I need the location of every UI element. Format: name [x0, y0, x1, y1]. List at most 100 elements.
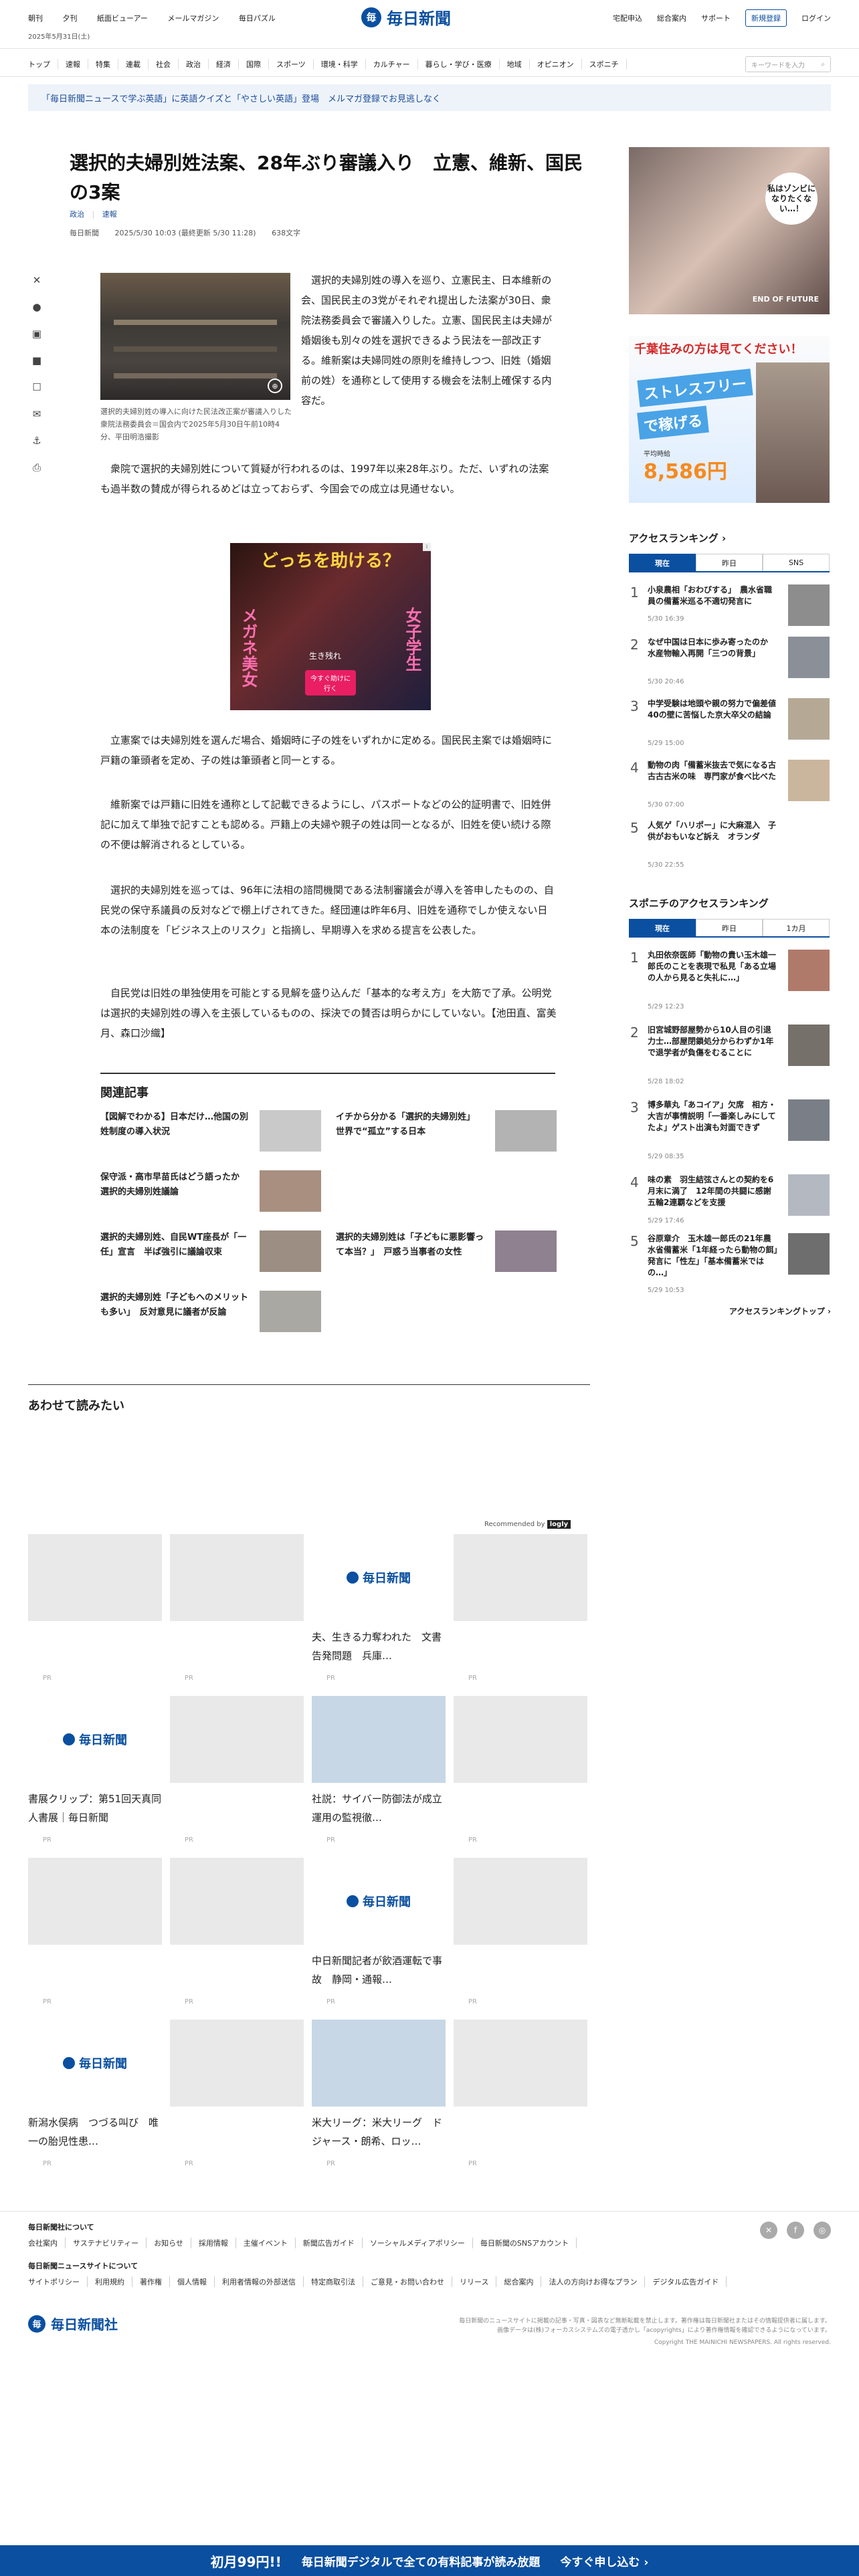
bookmark-icon[interactable]: ☐ [29, 380, 44, 395]
footer-link[interactable]: リリース [452, 2276, 497, 2287]
ranking-item[interactable]: 5 人気ゲ「ハリポー」に大麻混入 子供がおもいなど訴え オランダ 5/30 22… [629, 820, 830, 869]
recommendation-card[interactable]: PR [454, 1858, 587, 2006]
side-ad-job[interactable]: 千葉住みの方は見てください！ ストレスフリー で稼げる 平均時給 8,586円 [629, 336, 830, 503]
site-logo[interactable]: 毎 毎日新聞 [361, 5, 451, 29]
tag-politics[interactable]: 政治 [70, 210, 84, 219]
tab-sns[interactable]: SNS [763, 554, 830, 571]
nav-sponichi[interactable]: スポニチ [582, 59, 627, 70]
ad-info-icon[interactable]: i [423, 543, 431, 551]
link-delivery[interactable]: 宅配申込 [613, 13, 642, 23]
link-guide[interactable]: 総合案内 [657, 13, 686, 23]
footer-link[interactable]: 会社案内 [28, 2238, 66, 2248]
ranking-item[interactable]: 4 動物の肉「備蓄米抜去で気になる古古古古米の味 専門家が食べ比べた 5/30 … [629, 760, 830, 809]
mail-icon[interactable]: ✉ [29, 407, 44, 421]
recommendation-card[interactable]: PR [170, 1696, 304, 1844]
recommendation-card[interactable]: PR [170, 1858, 304, 2006]
register-button[interactable]: 新規登録 [745, 9, 787, 27]
recommendation-card[interactable]: 毎日新聞 新潟水俣病 つづる叫び 唯一の胎児性患… PR [28, 2020, 162, 2167]
ad-cta-button[interactable]: 今すぐ助けに行く [305, 670, 356, 695]
tab-yesterday[interactable]: 昨日 [696, 919, 763, 936]
footer-link[interactable]: 利用者情報の外部送信 [215, 2276, 304, 2287]
link-puzzle[interactable]: 毎日パズル [239, 14, 276, 23]
nav-economy[interactable]: 経済 [209, 59, 239, 70]
nav-politics[interactable]: 政治 [179, 59, 209, 70]
footer-link[interactable]: 総合案内 [496, 2276, 542, 2287]
x-icon[interactable]: ✕ [760, 2222, 777, 2239]
subscribe-cta[interactable]: 今すぐ申し込む › [560, 2553, 648, 2569]
recommendation-card[interactable]: PR [454, 1534, 587, 1682]
ranking-item[interactable]: 2 なぜ中国は日本に歩み寄ったのか 水産物輸入再開「三つの背景」 5/30 20… [629, 637, 830, 685]
recommendation-card[interactable]: 毎日新聞 中日新聞記者が飲酒運転で事故 静岡・通報… PR [312, 1858, 446, 2006]
nav-top[interactable]: トップ [28, 59, 58, 70]
search-icon[interactable]: ⌕ [821, 61, 825, 68]
nav-world[interactable]: 国際 [239, 59, 269, 70]
subscribe-bar[interactable]: 初月99円!! 毎日新聞デジタルで全ての有料記事が読み放題 今すぐ申し込む › [0, 2545, 859, 2576]
ranking-item[interactable]: 3 中学受験は地頭や親の努力で偏差値40の壁に苦悩した京大卒父の結論 5/29 … [629, 698, 830, 747]
tab-now[interactable]: 現在 [629, 554, 696, 571]
footer-link[interactable]: 特定商取引法 [304, 2276, 363, 2287]
tab-yesterday[interactable]: 昨日 [696, 554, 763, 571]
nav-region[interactable]: 地域 [500, 59, 530, 70]
tab-month[interactable]: 1カ月 [763, 919, 830, 936]
nav-life[interactable]: 暮らし・学び・医療 [418, 59, 500, 70]
related-item[interactable]: 選択的夫婦別姓「子どもへのメリットも多い」 反対意見に議者が反論 [100, 1291, 321, 1337]
footer-link[interactable]: 個人情報 [170, 2276, 215, 2287]
footer-link[interactable]: ソーシャルメディアポリシー [363, 2238, 473, 2248]
related-item[interactable]: 保守派・高市早苗氏はどう語ったか 選択的夫婦別姓議論 [100, 1170, 321, 1217]
footer-link[interactable]: 主催イベント [236, 2238, 296, 2248]
ranking-item[interactable]: 3 博多華丸「あコイア」欠席 相方・大吉が事情説明「一番楽しみにしてたよ」ゲスト… [629, 1099, 830, 1160]
link-evening[interactable]: 夕刊 [63, 14, 78, 23]
footer-link[interactable]: 法人の方向けお得なプラン [541, 2276, 646, 2287]
footer-logo[interactable]: 毎 毎日新聞社 [28, 2314, 118, 2333]
instagram-icon[interactable]: ◎ [814, 2222, 831, 2239]
hatena-share-icon[interactable]: ● [29, 300, 44, 314]
ranking-item[interactable]: 2 旧宮城野部屋勢から10人目の引退力士…部屋閉鎖処分からわずか1年で退学者が負… [629, 1025, 830, 1085]
tab-now[interactable]: 現在 [629, 919, 696, 936]
footer-link[interactable]: 新聞広告ガイド [296, 2238, 363, 2248]
footer-link[interactable]: サステナビリティー [66, 2238, 147, 2248]
access-ranking-heading[interactable]: アクセスランキング › [629, 531, 726, 545]
facebook-share-icon[interactable]: ▣ [29, 326, 44, 341]
footer-link[interactable]: 利用規約 [88, 2276, 132, 2287]
related-item[interactable]: 選択的夫婦別姓は「子どもに悪影響って本当？」 戸惑う当事者の女性 [336, 1230, 557, 1277]
related-item[interactable]: 選択的夫婦別姓、自民WT座長が「一任」宣言 半ば強引に議論収束 [100, 1230, 321, 1277]
recommendation-card[interactable]: PR [454, 1696, 587, 1844]
ranking-more-link[interactable]: アクセスランキングトップ › [729, 1305, 831, 1317]
nav-feature[interactable]: 特集 [88, 59, 118, 70]
related-item[interactable]: 【図解でわかる】日本だけ…他国の別姓制度の導入状況 [100, 1110, 321, 1157]
inline-ad[interactable]: どっちを助ける？ メガネ美女 女子学生 生き残れ 今すぐ助けに行く [230, 543, 431, 710]
print-icon[interactable]: ⎙ [29, 460, 44, 475]
search-input[interactable]: キーワードを入力 ⌕ [745, 56, 831, 72]
nav-society[interactable]: 社会 [149, 59, 179, 70]
recommendation-card[interactable]: 社説：サイバー防御法が成立 運用の監視徹… PR [312, 1696, 446, 1844]
x-share-icon[interactable]: ✕ [29, 273, 44, 288]
recommendation-card[interactable]: 米大リーグ：米大リーグ ドジャース・朗希、ロッ… PR [312, 2020, 446, 2167]
promo-banner[interactable]: 「毎日新聞ニュースで学ぶ英語」に英語クイズと「やさしい英語」登場 メルマガ登録で… [28, 84, 831, 111]
recommendation-card[interactable]: 毎日新聞 夫、生きる力奪われた 文書告発問題 兵庫… PR [312, 1534, 446, 1682]
nav-series[interactable]: 連載 [118, 59, 149, 70]
recommendation-card[interactable]: PR [454, 2020, 587, 2167]
facebook-icon[interactable]: f [787, 2222, 804, 2239]
recommendation-card[interactable]: PR [170, 1534, 304, 1682]
footer-link[interactable]: 毎日新聞のSNSアカウント [473, 2238, 577, 2248]
footer-link[interactable]: お知らせ [147, 2238, 191, 2248]
line-share-icon[interactable]: ■ [29, 353, 44, 368]
recommendation-card[interactable]: PR [170, 2020, 304, 2167]
footer-link[interactable]: サイトポリシー [28, 2276, 88, 2287]
link-icon[interactable]: ⚓ [29, 433, 44, 448]
ranking-item[interactable]: 1 丸田依奈医師「動物の貴い玉木雄一郎氏のことを表現で私見「ある立場の人から見る… [629, 950, 830, 1010]
footer-link[interactable]: ご意見・お問い合わせ [363, 2276, 452, 2287]
ranking-item[interactable]: 5 谷原章介 玉木雄一郎氏の21年農水省備蓄米「1年経ったら動物の餌」発言に「性… [629, 1233, 830, 1294]
ranking-item[interactable]: 4 味の素 羽生結弦さんとの契約を6月末に満了 12年間の共闘に感謝 五輪2連覇… [629, 1174, 830, 1224]
link-support[interactable]: サポート [701, 13, 731, 23]
link-viewer[interactable]: 紙面ビューアー [97, 14, 148, 23]
nav-breaking[interactable]: 速報 [58, 59, 88, 70]
tag-breaking[interactable]: 速報 [102, 210, 117, 219]
footer-link[interactable]: 著作権 [132, 2276, 170, 2287]
nav-culture[interactable]: カルチャー [366, 59, 418, 70]
nav-science[interactable]: 環境・科学 [314, 59, 366, 70]
login-link[interactable]: ログイン [801, 13, 831, 23]
link-morning[interactable]: 朝刊 [28, 14, 43, 23]
nav-sports[interactable]: スポーツ [269, 59, 314, 70]
recommendation-card[interactable]: PR [28, 1858, 162, 2006]
